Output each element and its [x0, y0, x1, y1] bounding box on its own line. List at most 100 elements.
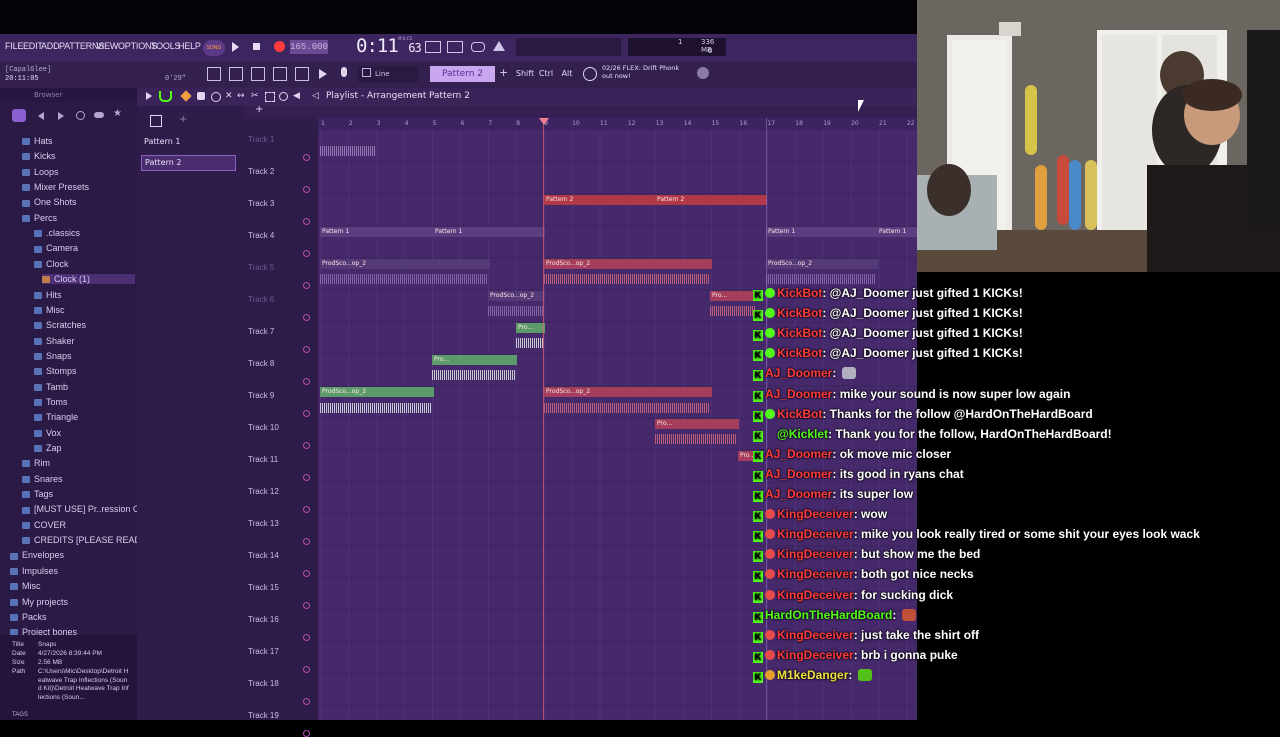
track-label[interactable]: Track 2 [248, 167, 274, 176]
chat-username[interactable]: KingDeceiver [777, 547, 854, 561]
chat-username[interactable]: HardOnTheHardBoard [765, 608, 892, 622]
chat-username[interactable]: KickBot [777, 346, 822, 360]
track-mute-dot[interactable] [303, 378, 310, 385]
chat-username[interactable]: AJ_Doomer [765, 366, 832, 380]
track-mute-dot[interactable] [303, 186, 310, 193]
pattern-clip[interactable]: Pattern 1 [320, 227, 434, 237]
browser-item[interactable]: Kicks [22, 151, 56, 161]
track-label[interactable]: Track 6 [248, 295, 274, 304]
chat-username[interactable]: AJ_Doomer [765, 467, 832, 481]
browser-item[interactable]: Hits [34, 290, 62, 300]
track-mute-dot[interactable] [303, 442, 310, 449]
browser-item[interactable]: Impulses [10, 566, 58, 576]
track-mute-dot[interactable] [303, 666, 310, 673]
browser-item[interactable]: Vox [34, 428, 61, 438]
add-pattern-icon[interactable]: + [499, 66, 508, 79]
snap-select[interactable]: Line [358, 66, 418, 82]
browser-forward-icon[interactable] [58, 112, 64, 120]
track-mute-dot[interactable] [303, 570, 310, 577]
menu-add[interactable]: ADD [41, 41, 60, 51]
track-label[interactable]: Track 14 [248, 551, 279, 560]
browser-item[interactable]: Snaps [34, 351, 72, 361]
picker-tools[interactable]: + [137, 114, 243, 128]
menu-help[interactable]: HELP [178, 41, 201, 51]
menu-file[interactable]: FILE [5, 41, 23, 51]
chat-username[interactable]: KingDeceiver [777, 507, 854, 521]
browser-item[interactable]: Mixer Presets [22, 182, 89, 192]
track-mute-dot[interactable] [303, 698, 310, 705]
browser-item[interactable]: Camera [34, 243, 78, 253]
delete-icon[interactable] [211, 92, 221, 102]
brush-icon[interactable] [197, 92, 205, 100]
track-mute-dot[interactable] [303, 410, 310, 417]
arrow-icon[interactable] [319, 69, 327, 79]
chat-username[interactable]: AJ_Doomer [765, 447, 832, 461]
browser-item[interactable]: Scratches [34, 320, 86, 330]
track-label[interactable]: Track 19 [248, 711, 279, 720]
browser-item[interactable]: Shaker [34, 336, 75, 346]
chat-username[interactable]: @Kicklet [777, 427, 828, 441]
alt-key[interactable]: Alt [559, 66, 575, 82]
picker-add-icon[interactable]: + [179, 114, 187, 125]
track-mute-dot[interactable] [303, 154, 310, 161]
browser-item[interactable]: COVER [22, 520, 66, 530]
browser-item[interactable]: Triangle [34, 412, 78, 422]
speaker-icon[interactable]: ◀ [293, 91, 300, 101]
browser-item[interactable]: Misc [34, 305, 65, 315]
browser-item[interactable]: Toms [34, 397, 68, 407]
chat-username[interactable]: KickBot [777, 286, 822, 300]
browser-item[interactable]: Clock (1) [42, 274, 135, 285]
news-panel[interactable]: 02/26 FLEX: Drift Phonk out now! [602, 64, 707, 84]
audio-clip[interactable]: ProdSco...op_2 [544, 387, 712, 397]
browser-toolbar[interactable]: ★ [0, 106, 137, 126]
browser-item[interactable]: My projects [10, 597, 68, 607]
pattern-song-icons[interactable] [425, 41, 507, 53]
metronome-icon[interactable] [493, 41, 505, 51]
toolbar-icons[interactable] [205, 66, 355, 82]
browser-star-icon[interactable]: ★ [113, 108, 122, 119]
news-icon[interactable] [583, 67, 597, 81]
track-mute-dot[interactable] [303, 282, 310, 289]
audio-clip[interactable]: ProdSco...op_2 [544, 259, 712, 269]
tempo-display[interactable]: 165.000 [290, 40, 328, 54]
browser-item[interactable]: Tags [22, 489, 53, 499]
select-icon[interactable] [265, 92, 275, 102]
piano-roll-icon[interactable] [251, 67, 265, 81]
browser-item[interactable]: Percs [22, 213, 57, 223]
playlist-icon[interactable] [229, 67, 243, 81]
track-label[interactable]: Track 5 [248, 263, 274, 272]
chat-username[interactable]: KingDeceiver [777, 527, 854, 541]
pattern-clip[interactable]: Pattern 2 [544, 195, 656, 205]
pattern-item-2[interactable]: Pattern 2 [141, 155, 236, 171]
track-label[interactable]: Track 15 [248, 583, 279, 592]
mixer-icon[interactable] [295, 67, 309, 81]
browser-item[interactable]: [MUST USE] Pr..ression Only [22, 504, 151, 514]
track-mute-dot[interactable] [303, 538, 310, 545]
browser-item[interactable]: CREDITS [PLEASE READ] [22, 535, 144, 545]
audio-clip[interactable]: Pro... [655, 419, 739, 429]
track-mute-dot[interactable] [303, 634, 310, 641]
browser-item[interactable]: Hats [22, 136, 53, 146]
timeline-ruler[interactable]: 1 2 3 4 5 6 7 8 9 10 11 12 13 14 15 16 17 18 19 20 21 22 [318, 118, 917, 130]
pattern-clip[interactable]: Pattern 1 [766, 227, 878, 237]
step-icon[interactable] [447, 41, 463, 53]
play-button[interactable] [232, 42, 239, 52]
track-label[interactable]: Track 8 [248, 359, 274, 368]
track-mute-dot[interactable] [303, 602, 310, 609]
mic-icon[interactable] [341, 67, 347, 77]
browser-item[interactable]: Stomps [34, 366, 77, 376]
wait-icon[interactable] [471, 42, 485, 52]
chat-username[interactable]: M1keDanger [777, 668, 848, 682]
browser-mode-icon[interactable] [12, 109, 26, 122]
audio-clip[interactable]: ProdSco...op_2 [320, 259, 490, 269]
menu-edit[interactable]: EDIT [23, 41, 43, 51]
browser-item[interactable]: .classics [34, 228, 80, 238]
playlist-add-icon[interactable]: + [255, 104, 263, 115]
track-label[interactable]: Track 16 [248, 615, 279, 624]
chat-username[interactable]: KickBot [777, 326, 822, 340]
browser-item[interactable]: Misc [10, 581, 41, 591]
chat-username[interactable]: KickBot [777, 306, 822, 320]
track-mute-dot[interactable] [303, 346, 310, 353]
chat-username[interactable]: AJ_Doomer [765, 487, 832, 501]
channel-rack-icon[interactable] [273, 67, 287, 81]
